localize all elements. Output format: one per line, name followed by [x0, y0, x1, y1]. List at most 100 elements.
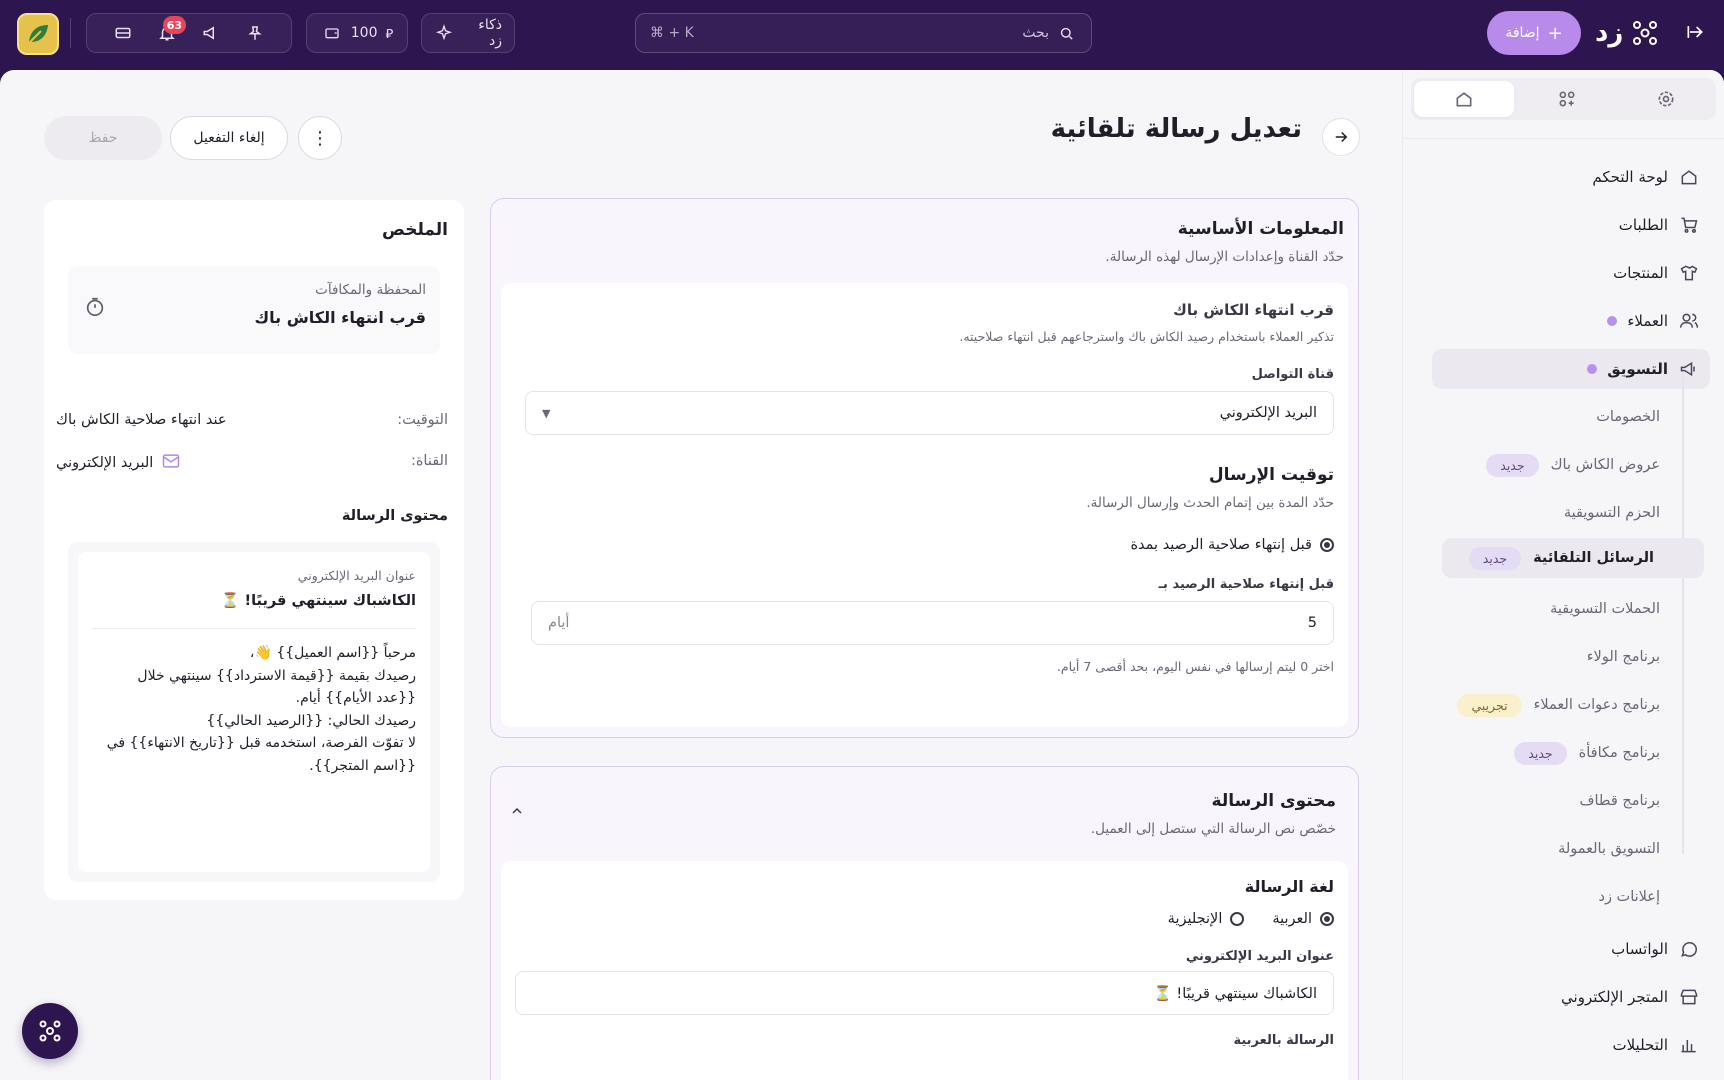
- sidebar-item-whatsapp[interactable]: الواتساب: [1432, 929, 1710, 969]
- search-icon: [1055, 22, 1077, 44]
- sidebar-item-analytics[interactable]: التحليلات: [1432, 1025, 1710, 1065]
- timing-option-label: قبل إنتهاء صلاحية الرصيد بمدة: [1130, 537, 1312, 553]
- save-button[interactable]: حفظ: [44, 116, 162, 160]
- sidebar-item-marketing[interactable]: التسويق: [1432, 349, 1710, 389]
- timing-description: حدّد المدة بين إتمام الحدث وإرسال الرسال…: [1086, 495, 1334, 511]
- preview-line: لا تفوّت الفرصة، استخدمه قبل {{تاريخ الا…: [106, 735, 416, 751]
- timing-title: توقيت الإرسال: [1208, 465, 1334, 485]
- sidebar-subitem-referrals[interactable]: برنامج دعوات العملاء تجريبي: [1432, 685, 1710, 725]
- email-subject-input[interactable]: الكاشباك سينتهي قريبًا! ⏳: [515, 971, 1334, 1015]
- top-bar: 63 ⃁ 100 ذكاء زد بحث ⌘ + K + إضافة: [0, 0, 1724, 70]
- search-placeholder: بحث: [1022, 25, 1049, 41]
- preview-line: رصيدك بقيمة {{قيمة الاسترداد}} سينتهي خل…: [137, 667, 416, 684]
- sidebar-subitem-qitaf[interactable]: برنامج قطاف: [1432, 781, 1710, 821]
- subitem-label: الحزم التسويقية: [1563, 505, 1660, 521]
- sidebar-subitem-discounts[interactable]: الخصومات: [1432, 397, 1710, 437]
- subitem-label: الرسائل التلقائية: [1533, 550, 1654, 566]
- chart-icon: [1678, 1034, 1700, 1056]
- sidebar-subitem-cashback[interactable]: عروض الكاش باك جديد: [1432, 445, 1710, 485]
- channel-value: البريد الإلكتروني: [1219, 405, 1317, 421]
- channel-label: قناة التواصل: [1251, 367, 1334, 382]
- sidebar-item-online-store[interactable]: المتجر الإلكتروني: [1432, 977, 1710, 1017]
- notifications-bell-icon[interactable]: 63: [156, 16, 186, 44]
- sidebar-item-customers[interactable]: العملاء: [1432, 301, 1710, 341]
- sidebar-subitem-affiliate[interactable]: التسويق بالعمولة: [1432, 829, 1710, 869]
- sidebar-subitem-bundles[interactable]: الحزم التسويقية: [1432, 493, 1710, 533]
- add-button[interactable]: + إضافة: [1487, 11, 1581, 55]
- radio-english[interactable]: [1230, 912, 1245, 926]
- tab-settings[interactable]: [1616, 78, 1716, 120]
- store-logo[interactable]: [17, 13, 59, 55]
- sidebar-subitem-loyalty[interactable]: برنامج الولاء: [1432, 637, 1710, 677]
- back-button[interactable]: [1322, 118, 1360, 156]
- collapse-sidebar-icon[interactable]: [1685, 22, 1705, 46]
- search-input[interactable]: بحث ⌘ + K: [635, 13, 1092, 53]
- deactivate-button[interactable]: إلغاء التفعيل: [170, 116, 288, 160]
- zid-brand[interactable]: زد: [1595, 13, 1659, 53]
- timing-days-unit: أيام: [548, 615, 570, 631]
- new-badge: جديد: [1486, 453, 1539, 477]
- sidebar-subitem-zid-ads[interactable]: إعلانات زد: [1432, 877, 1710, 917]
- preview-line: {{اسم المتجر}}.: [309, 757, 416, 774]
- timer-icon: [84, 296, 106, 322]
- separator: [70, 18, 71, 48]
- quick-actions-group: 63: [86, 13, 292, 53]
- sidebar-item-products[interactable]: المنتجات: [1432, 253, 1710, 293]
- event-title: قرب انتهاء الكاش باك: [1173, 301, 1334, 319]
- pin-icon[interactable]: [244, 22, 266, 44]
- radio-arabic[interactable]: [1320, 912, 1334, 926]
- subitem-label: برنامج مكافأة: [1578, 745, 1660, 761]
- timing-field-label: قبل إنتهاء صلاحية الرصيد بـ: [1158, 577, 1334, 592]
- assistant-fab[interactable]: [22, 1003, 78, 1059]
- chevron-up-icon[interactable]: [509, 803, 525, 823]
- sidebar: لوحة التحكم الطلبات المنتجات العملاء الت…: [1402, 70, 1724, 1080]
- more-options-button[interactable]: ⋮: [298, 116, 342, 160]
- status-dot: [1587, 364, 1598, 374]
- sidebar-item-label: المنتجات: [1613, 264, 1668, 282]
- mail-icon: [161, 451, 181, 475]
- timing-option-before-expiry[interactable]: قبل إنتهاء صلاحية الرصيد بمدة: [1130, 537, 1334, 553]
- wallet-balance: 100: [350, 25, 378, 41]
- status-dot: [1607, 316, 1618, 326]
- timing-days-input[interactable]: 5 أيام: [531, 601, 1334, 645]
- subitem-label: الحملات التسويقية: [1550, 601, 1660, 617]
- home-icon: [1456, 92, 1472, 107]
- sidebar-item-label: العملاء: [1627, 312, 1668, 330]
- subitem-label: برنامج الولاء: [1586, 649, 1660, 665]
- wallet-icon: [321, 22, 343, 44]
- leaf-logo-icon: [29, 25, 48, 43]
- sidebar-subitem-auto-messages[interactable]: الرسائل التلقائية جديد: [1442, 538, 1704, 578]
- tab-home[interactable]: [1413, 81, 1514, 117]
- lang-arabic-label: العربية: [1272, 911, 1312, 927]
- channel-select[interactable]: البريد الإلكتروني ▼: [525, 391, 1334, 435]
- whatsapp-icon: [1678, 938, 1700, 960]
- shirt-icon: [1678, 262, 1700, 284]
- preview-subject: الكاشباك سينتهي قريبًا! ⏳: [221, 593, 416, 609]
- sidebar-item-dashboard[interactable]: لوحة التحكم: [1432, 157, 1710, 197]
- tab-apps[interactable]: [1517, 78, 1617, 120]
- arrow-right-icon: [1335, 131, 1348, 143]
- ticket-icon[interactable]: [112, 22, 134, 44]
- sidebar-item-orders[interactable]: الطلبات: [1432, 205, 1710, 245]
- page-title: تعديل رسالة تلقائية: [1050, 114, 1302, 144]
- new-badge: جديد: [1468, 546, 1522, 570]
- zid-ai-button[interactable]: ذكاء زد: [421, 13, 515, 53]
- megaphone-icon[interactable]: [200, 22, 222, 44]
- summary-panel: الملخص المحفظة والمكافآت قرب انتهاء الكا…: [44, 200, 464, 900]
- sidebar-item-label: التسويق: [1607, 360, 1668, 378]
- section-subtitle: حدّد القناة وإعدادات الإرسال لهذه الرسال…: [1105, 249, 1344, 265]
- workspace: لوحة التحكم الطلبات المنتجات العملاء الت…: [0, 70, 1724, 1080]
- summary-content-label: محتوى الرسالة: [341, 508, 448, 524]
- store-icon: [1678, 986, 1700, 1008]
- timing-days-value: 5: [1307, 615, 1317, 631]
- wallet-balance-button[interactable]: ⃁ 100: [306, 13, 408, 53]
- language-label: لغة الرسالة: [1244, 877, 1334, 896]
- sidebar-subitem-rewards[interactable]: برنامج مكافأة جديد: [1432, 733, 1710, 773]
- preview-line: {{عدد الأيام}} أيام.: [295, 690, 416, 706]
- zid-logo-icon: [1633, 21, 1658, 45]
- sidebar-subitem-campaigns[interactable]: الحملات التسويقية: [1432, 589, 1710, 629]
- new-badge: جديد: [1514, 741, 1567, 765]
- event-description: تذكير العملاء باستخدام رصيد الكاش باك وا…: [959, 329, 1334, 344]
- sidebar-item-label: المتجر الإلكتروني: [1561, 988, 1668, 1006]
- sidebar-tabs: [1411, 78, 1716, 120]
